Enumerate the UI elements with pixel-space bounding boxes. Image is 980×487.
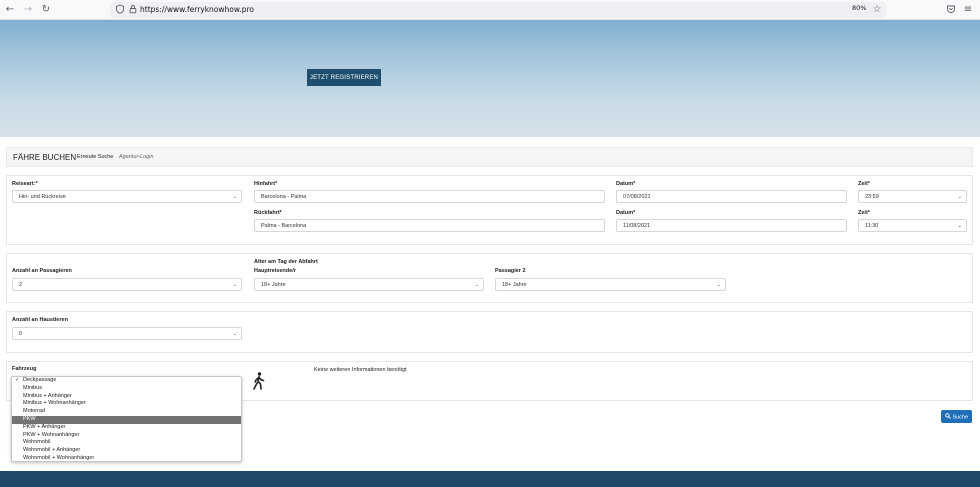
pocket-icon[interactable]	[945, 4, 957, 16]
outbound-route-field[interactable]: Barcelona - Palma	[254, 190, 605, 203]
pedestrian-icon	[253, 372, 265, 390]
passenger2-age-value: 18+ Jahre	[502, 282, 527, 288]
star-icon[interactable]: ☆	[871, 4, 883, 16]
vehicle-option-highlighted[interactable]: PKW	[12, 415, 241, 424]
shield-icon[interactable]	[114, 4, 126, 16]
outbound-route-value: Barcelona - Palma	[261, 194, 307, 200]
register-button[interactable]: JETZT REGISTRIEREN	[307, 69, 381, 86]
zoom-level[interactable]: 80%	[852, 4, 866, 12]
browser-toolbar: ← → ↻ https://www.ferryknowhow.pro 80% ☆…	[0, 0, 980, 20]
outbound-date-value: 07/08/2021	[623, 194, 651, 200]
chevron-down-icon: ⌄	[716, 282, 721, 288]
chevron-down-icon: ⌄	[957, 194, 962, 200]
return-time-label: Zeit*	[858, 210, 870, 216]
back-arrow-icon[interactable]: ←	[4, 4, 16, 16]
search-button[interactable]: Suche	[941, 410, 972, 423]
return-time-select[interactable]: 11:30 ⌄	[858, 219, 967, 232]
vehicle-option[interactable]: Wohnmobil + Wohnanhänger	[12, 455, 241, 463]
vehicle-option[interactable]: PKW + Anhänger	[12, 424, 241, 432]
vehicle-option[interactable]: Minibus + Wohnanhänger	[12, 400, 241, 408]
return-date-label: Datum*	[616, 210, 636, 216]
vehicle-option[interactable]: Wohnmobil + Anhänger	[12, 447, 241, 455]
outbound-date-label: Datum*	[616, 181, 636, 187]
trip-type-label: Reiseart:*	[12, 181, 38, 187]
url-text[interactable]: https://www.ferryknowhow.pro	[140, 5, 254, 14]
passenger-count-label: Anzahl an Passagieren	[12, 268, 72, 274]
address-bar[interactable]: https://www.ferryknowhow.pro	[110, 2, 886, 18]
vehicle-option[interactable]: Minibus + Anhänger	[12, 393, 241, 401]
outbound-time-label: Zeit*	[858, 181, 870, 187]
tab-agency-login[interactable]: Agentur-Login	[119, 154, 153, 160]
main-traveler-age-select[interactable]: 18+ Jahre ⌄	[254, 278, 484, 291]
chevron-down-icon: ⌄	[232, 194, 237, 200]
vehicle-info-text: Keine weiteren Informationen benötigt	[314, 367, 407, 373]
vehicle-option[interactable]: Motorrad	[12, 408, 241, 416]
booking-title: FÄHRE BUCHEN	[13, 153, 77, 162]
booking-header: FÄHRE BUCHEN Erneute Suche Agentur-Login	[6, 147, 973, 167]
passenger-count-value: 2	[19, 282, 23, 288]
search-button-label: Suche	[952, 414, 969, 421]
lock-icon[interactable]	[127, 4, 139, 16]
main-traveler-age-value: 18+ Jahre	[261, 282, 286, 288]
reload-icon[interactable]: ↻	[40, 4, 52, 16]
outbound-time-select[interactable]: 23:59 ⌄	[858, 190, 967, 203]
vehicle-option[interactable]: PKW + Wohnanhänger	[12, 432, 241, 440]
forward-arrow-icon[interactable]: →	[22, 4, 34, 16]
main-traveler-label: Hauptreisende/r	[254, 268, 296, 274]
vehicle-option[interactable]: Wohnmobil	[12, 439, 241, 447]
chevron-down-icon: ⌄	[474, 282, 479, 288]
hero-banner: JETZT REGISTRIEREN	[0, 20, 980, 137]
return-route-field[interactable]: Palma - Barcelona	[254, 219, 605, 232]
checkmark-icon: ✓	[15, 377, 20, 383]
chevron-down-icon: ⌄	[957, 223, 962, 229]
passenger-count-select[interactable]: 2 ⌄	[12, 278, 242, 291]
return-label: Rückfahrt*	[254, 210, 282, 216]
vehicle-option[interactable]: Minibus	[12, 385, 241, 393]
trip-type-select[interactable]: Hin- und Rückreise ⌄	[12, 190, 242, 203]
vehicle-option[interactable]: ✓ Deckpassage	[12, 377, 241, 385]
return-date-value: 11/08/2021	[623, 223, 651, 229]
chevron-down-icon: ⌄	[232, 331, 237, 337]
trip-type-value: Hin- und Rückreise	[19, 194, 66, 200]
age-heading: Alter am Tag der Abfahrt	[254, 259, 318, 265]
vehicle-dropdown-list[interactable]: ✓ Deckpassage Minibus Minibus + Anhänger …	[11, 376, 242, 462]
return-date-field[interactable]: 11/08/2021	[616, 219, 847, 232]
pets-count-value: 0	[19, 331, 23, 337]
outbound-time-value: 23:59	[865, 194, 879, 200]
tab-new-search[interactable]: Erneute Suche	[77, 154, 113, 160]
outbound-date-field[interactable]: 07/08/2021	[616, 190, 847, 203]
return-route-value: Palma - Barcelona	[261, 223, 307, 229]
footer-bar	[0, 471, 980, 487]
pets-label: Anzahl an Haustieren	[12, 317, 68, 323]
trip-panel	[6, 175, 973, 245]
pets-count-select[interactable]: 0 ⌄	[12, 327, 242, 340]
vehicle-label: Fahrzeug	[12, 366, 37, 372]
return-time-value: 11:30	[865, 223, 879, 229]
search-icon	[945, 413, 951, 419]
hamburger-menu-icon[interactable]: ≡	[962, 4, 974, 16]
outbound-label: Hinfahrt*	[254, 181, 278, 187]
chevron-down-icon: ⌄	[232, 282, 237, 288]
passenger2-age-select[interactable]: 18+ Jahre ⌄	[495, 278, 726, 291]
passenger2-label: Passagier 2	[495, 268, 526, 274]
